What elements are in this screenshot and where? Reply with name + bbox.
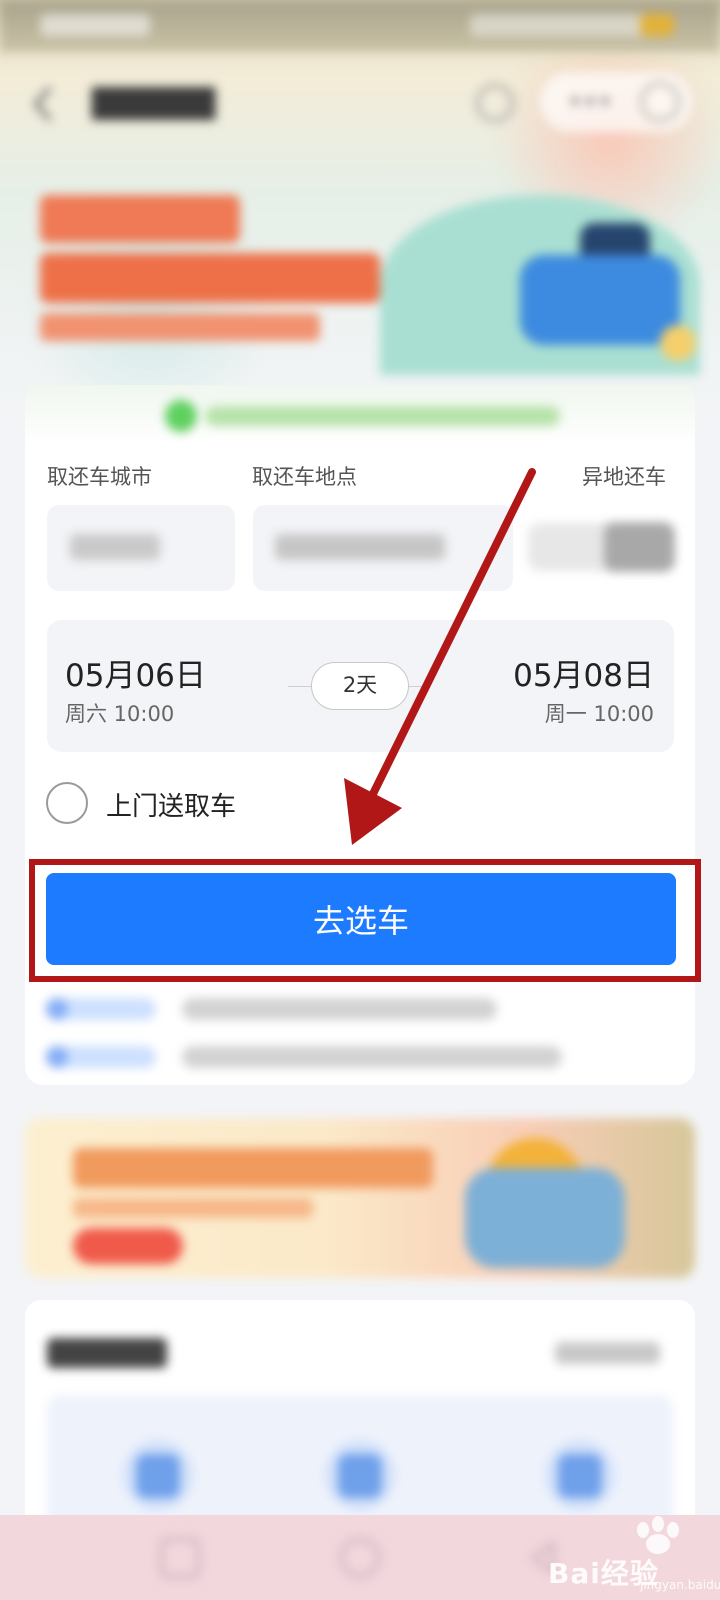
door-delivery-label[interactable]: 上门送取车 [106, 786, 236, 823]
step-glyph-icon [136, 1454, 180, 1498]
guide-title [47, 1338, 167, 1368]
banner-headline [40, 195, 240, 243]
tip-text [182, 1046, 562, 1068]
status-bar [0, 0, 720, 52]
guide-more-link[interactable] [555, 1342, 660, 1364]
door-delivery-checkbox[interactable] [46, 782, 88, 824]
home-icon[interactable] [340, 1538, 380, 1578]
return-time[interactable]: 周一 10:00 [545, 698, 654, 728]
page-title: ▇▇▇▇▇ [92, 82, 216, 120]
car-illustration [465, 1168, 625, 1268]
return-date[interactable]: 05月08日 [513, 650, 654, 695]
promo-banner[interactable] [20, 165, 700, 375]
notice-text [205, 406, 560, 426]
label-different-return: 异地还车 [582, 465, 666, 489]
more-icon[interactable] [570, 96, 610, 106]
recent-apps-icon[interactable] [160, 1538, 200, 1578]
notice-icon [165, 400, 197, 432]
rental-duration-badge: 2天 [311, 662, 409, 710]
label-pickup-city: 取还车城市 [47, 465, 152, 489]
back-icon[interactable] [30, 84, 56, 124]
promo-banner-secondary[interactable] [25, 1118, 695, 1278]
label-pickup-place: 取还车地点 [252, 465, 357, 489]
close-mini-program-icon[interactable] [640, 82, 680, 122]
step-glyph-icon [338, 1454, 382, 1498]
tip-icon [46, 1046, 68, 1068]
banner-cta-pill [73, 1228, 183, 1264]
banner-subline [40, 313, 320, 341]
status-time [40, 14, 150, 36]
banner-headline [40, 253, 380, 303]
banner-headline [73, 1148, 433, 1188]
settings-icon[interactable] [476, 84, 514, 122]
car-illustration [520, 255, 680, 345]
city-value [70, 534, 160, 560]
battery-icon [640, 14, 674, 36]
pickup-date[interactable]: 05月06日 [65, 650, 206, 695]
step-glyph-icon [558, 1454, 602, 1498]
banner-subline [73, 1198, 313, 1218]
tip-text [182, 998, 497, 1020]
place-value [275, 534, 445, 560]
toggle-knob [604, 523, 674, 571]
coin-illustration [660, 325, 696, 361]
watermark-site: jingyan.baidu.com [640, 1578, 720, 1592]
annotation-highlight-box [29, 859, 701, 982]
tip-icon [46, 998, 68, 1020]
pickup-time[interactable]: 周六 10:00 [65, 698, 174, 728]
